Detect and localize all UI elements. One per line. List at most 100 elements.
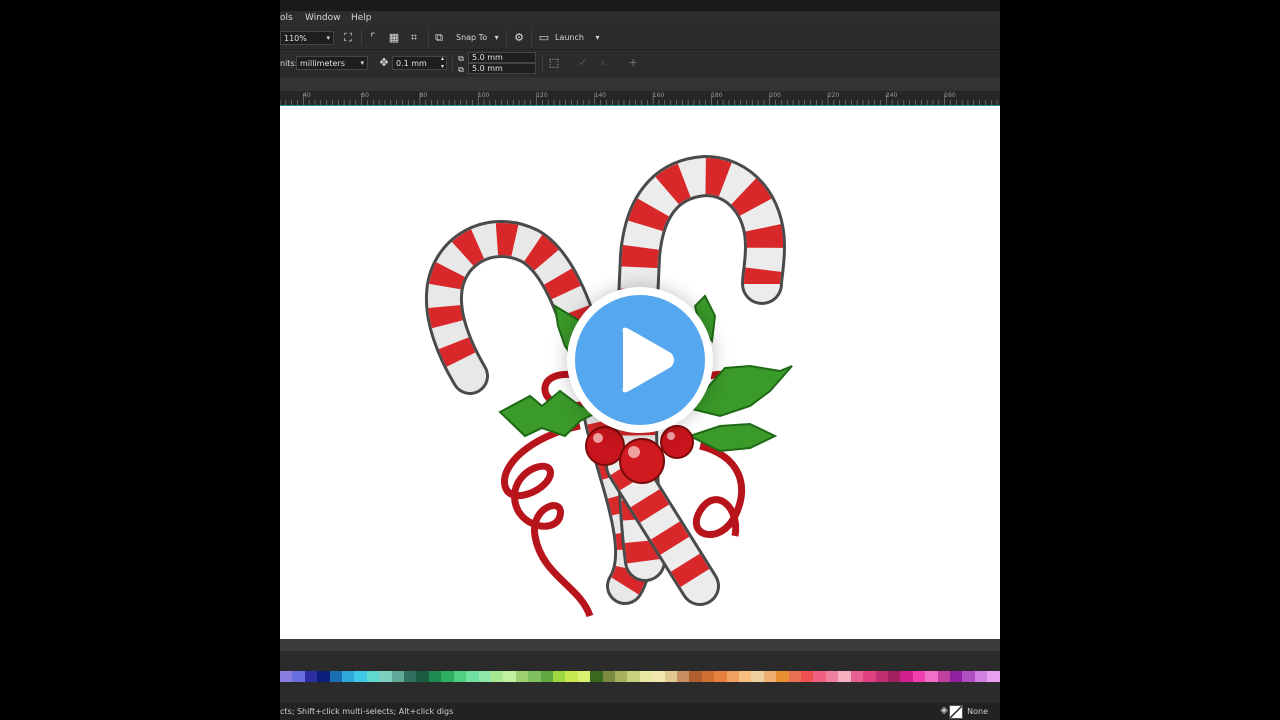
menu-help[interactable]: Help <box>351 13 372 23</box>
palette-swatch[interactable] <box>602 671 615 682</box>
palette-swatch[interactable] <box>739 671 752 682</box>
palette-swatch[interactable] <box>416 671 429 682</box>
palette-swatch[interactable] <box>987 671 1000 682</box>
palette-swatch[interactable] <box>528 671 541 682</box>
palette-swatch[interactable] <box>863 671 876 682</box>
menu-tools[interactable]: ols <box>280 13 293 23</box>
palette-swatch[interactable] <box>379 671 392 682</box>
palette-swatch[interactable] <box>317 671 330 682</box>
chevron-down-icon: ▾ <box>360 59 364 67</box>
zoom-field[interactable]: 110% ▾ <box>280 31 334 45</box>
palette-swatch[interactable] <box>689 671 702 682</box>
palette-swatch[interactable] <box>751 671 764 682</box>
palette-swatch[interactable] <box>701 671 715 682</box>
palette-swatch[interactable] <box>962 671 975 682</box>
palette-swatch[interactable] <box>627 671 640 682</box>
palette-swatch[interactable] <box>925 671 938 682</box>
palette-swatch[interactable] <box>677 671 690 682</box>
spinner-arrows-icon[interactable]: ▴ ▾ <box>441 55 444 71</box>
color-palette[interactable] <box>280 671 1000 682</box>
gear-icon[interactable]: ⚙ <box>512 31 526 45</box>
palette-swatch[interactable] <box>478 671 491 682</box>
palette-swatch[interactable] <box>565 671 578 682</box>
video-play-button[interactable] <box>567 287 713 433</box>
fill-bucket-icon: ◈ <box>940 705 948 716</box>
palette-swatch[interactable] <box>813 671 826 682</box>
palette-swatch[interactable] <box>354 671 367 682</box>
ruler-tick-label: 160 <box>652 92 665 99</box>
toolbar-separator <box>452 55 453 71</box>
duplicate-x-input[interactable]: 5.0 mm <box>468 52 536 63</box>
palette-swatch[interactable] <box>503 671 516 682</box>
palette-swatch[interactable] <box>466 671 479 682</box>
palette-swatch[interactable] <box>801 671 814 682</box>
ruler-tick-label: 100 <box>477 92 490 99</box>
palette-swatch[interactable] <box>441 671 454 682</box>
palette-swatch[interactable] <box>304 671 318 682</box>
palette-swatch[interactable] <box>453 671 467 682</box>
palette-swatch[interactable] <box>776 671 789 682</box>
palette-swatch[interactable] <box>850 671 864 682</box>
palette-swatch[interactable] <box>825 671 839 682</box>
show-grid-icon[interactable]: ▦ <box>387 31 401 45</box>
document-tab-area <box>280 651 1000 671</box>
palette-swatch[interactable] <box>428 671 442 682</box>
palette-swatch[interactable] <box>974 671 988 682</box>
status-hint: cts; Shift+click multi-selects; Alt+clic… <box>280 707 454 716</box>
horizontal-ruler[interactable]: 40 60 80 100 120 140 160 180 200 220 240 260 <box>280 91 1000 106</box>
snap-icon[interactable]: ⧉ <box>432 31 446 45</box>
palette-swatch[interactable] <box>652 671 665 682</box>
palette-swatch[interactable] <box>949 671 963 682</box>
horizontal-scrollbar[interactable] <box>280 639 1000 651</box>
palette-swatch[interactable] <box>552 671 566 682</box>
palette-swatch[interactable] <box>838 671 851 682</box>
add-icon[interactable]: + <box>626 56 640 70</box>
palette-swatch[interactable] <box>404 671 417 682</box>
palette-swatch[interactable] <box>788 671 802 682</box>
ruler-tick-label: 220 <box>827 92 840 99</box>
palette-swatch[interactable] <box>887 671 901 682</box>
palette-swatch[interactable] <box>875 671 888 682</box>
palette-swatch[interactable] <box>726 671 740 682</box>
palette-swatch[interactable] <box>912 671 926 682</box>
palette-swatch[interactable] <box>900 671 913 682</box>
launch-icon[interactable]: ▭ <box>537 31 551 45</box>
toolbar-separator <box>542 55 543 71</box>
toolbar-separator <box>428 30 429 46</box>
zoom-to-page-icon[interactable]: ⛶ <box>341 31 355 45</box>
status-bar: cts; Shift+click multi-selects; Alt+clic… <box>280 703 1000 720</box>
launch-label: Launch <box>555 33 584 42</box>
palette-swatch[interactable] <box>329 671 343 682</box>
palette-swatch[interactable] <box>590 671 603 682</box>
palette-swatch[interactable] <box>614 671 628 682</box>
palette-swatch[interactable] <box>540 671 553 682</box>
duplicate-y-input[interactable]: 5.0 mm <box>468 63 536 74</box>
palette-swatch[interactable] <box>664 671 677 682</box>
chevron-down-icon: ▾ <box>494 33 499 42</box>
palette-swatch[interactable] <box>292 671 305 682</box>
show-guidelines-icon[interactable]: ⌗ <box>407 31 421 45</box>
show-rulers-icon[interactable]: ⌜ <box>366 31 380 45</box>
palette-swatch[interactable] <box>639 671 653 682</box>
snap-to-dropdown[interactable]: Snap To ▾ <box>456 33 499 42</box>
palette-swatch[interactable] <box>391 671 405 682</box>
palette-swatch[interactable] <box>342 671 355 682</box>
menu-window[interactable]: Window <box>305 13 341 23</box>
ruler-tick-label: 80 <box>419 92 428 99</box>
palette-swatch[interactable] <box>490 671 504 682</box>
page-frame-icon[interactable]: ⬚ <box>547 56 561 70</box>
duplicate-x-value: 5.0 mm <box>472 53 503 62</box>
palette-swatch[interactable] <box>714 671 727 682</box>
palette-swatch[interactable] <box>763 671 777 682</box>
units-select[interactable]: millimeters ▾ <box>296 56 368 70</box>
toolbar-separator <box>531 30 532 46</box>
palette-swatch[interactable] <box>280 671 293 682</box>
palette-swatch[interactable] <box>577 671 591 682</box>
chevron-down-icon[interactable]: ▾ <box>326 32 330 45</box>
fill-swatch-none[interactable] <box>949 705 963 719</box>
palette-swatch[interactable] <box>937 671 950 682</box>
palette-swatch[interactable] <box>366 671 380 682</box>
nudge-distance-input[interactable]: 0.1 mm ▴ ▾ <box>392 55 447 71</box>
palette-swatch[interactable] <box>515 671 529 682</box>
launch-dropdown[interactable]: Launch ▾ <box>555 33 600 42</box>
